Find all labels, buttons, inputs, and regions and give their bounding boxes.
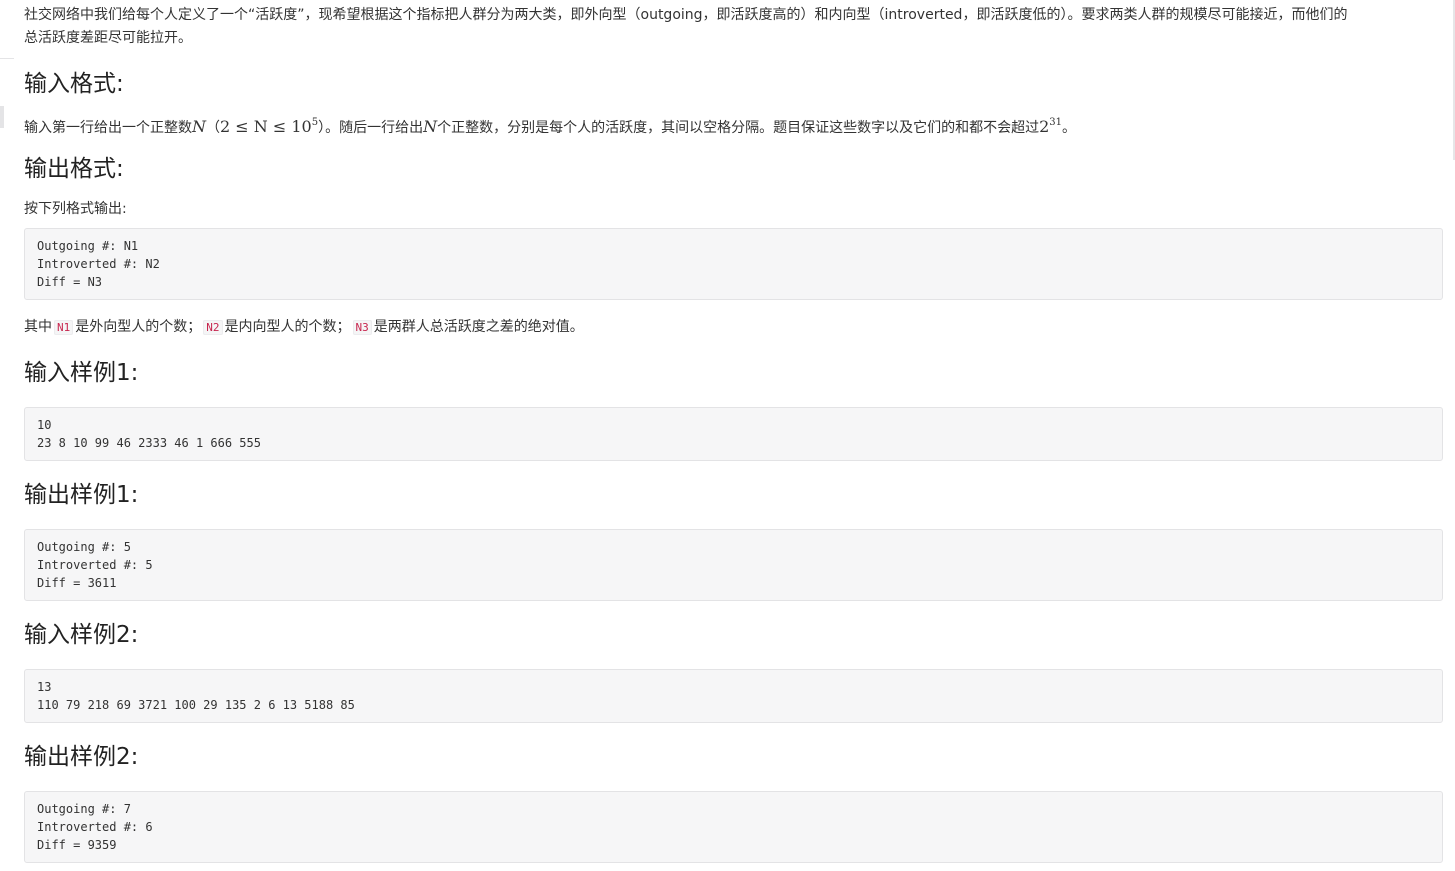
sample-input-2-code: 13 110 79 218 69 3721 100 29 135 2 6 13 … [24, 669, 1443, 723]
input-format-text-d: 个正整数，分别是每个人的活跃度，其间以空格分隔。题目保证这些数字以及它们的和都不… [437, 120, 1040, 136]
math-range: 2 ≤ N ≤ 105 [220, 117, 319, 136]
math-n: N [192, 117, 206, 136]
math-n-2: N [423, 117, 438, 136]
intro-line-1: 社交网络中我们给每个人定义了一个“活跃度”，现希望根据这个指标把人群分为两大类，… [24, 7, 1348, 23]
intro-line-2: 总活跃度差距尽可能拉开。 [24, 30, 192, 46]
output-format-text: 按下列格式输出: [24, 201, 127, 217]
output-format-heading: 输出格式: [24, 156, 124, 182]
sample-output-1-heading: 输出样例1: [24, 482, 139, 508]
sample-output-2-heading: 输出样例2: [24, 744, 139, 770]
input-format-text-c: ）。随后一行给出 [318, 120, 424, 136]
output-format-note: 其中 N1 是外向型人的个数； N2 是内向型人的个数； N3 是两群人总活跃度之差的绝对值… [24, 319, 584, 335]
output-format-code: Outgoing #: N1 Introverted #: N2 Diff = … [24, 228, 1443, 300]
input-format-text-e: 。 [1062, 120, 1076, 136]
sample-output-2-code: Outgoing #: 7 Introverted #: 6 Diff = 93… [24, 791, 1443, 863]
input-format-text-a: 输入第一行给出一个正整数 [24, 120, 192, 136]
sample-input-1-heading: 输入样例1: [24, 360, 139, 386]
math-power: 231 [1039, 117, 1062, 136]
problem-content: 社交网络中我们给每个人定义了一个“活跃度”，现希望根据这个指标把人群分为两大类，… [24, 0, 1443, 863]
sample-output-1-code: Outgoing #: 5 Introverted #: 5 Diff = 36… [24, 529, 1443, 601]
input-format-heading: 输入格式: [24, 71, 124, 97]
inline-code-n3: N3 [352, 320, 372, 335]
input-format-text: 输入第一行给出一个正整数N（2 ≤ N ≤ 105）。随后一行给出N个正整数，分… [24, 115, 1443, 140]
left-edge-divider [0, 58, 14, 59]
input-format-text-b: （ [206, 120, 220, 136]
sample-input-2-heading: 输入样例2: [24, 622, 139, 648]
inline-code-n2: N2 [203, 320, 223, 335]
left-edge-handle[interactable] [0, 106, 4, 128]
problem-description: 社交网络中我们给每个人定义了一个“活跃度”，现希望根据这个指标把人群分为两大类，… [24, 4, 1443, 50]
sample-input-1-code: 10 23 8 10 99 46 2333 46 1 666 555 [24, 407, 1443, 461]
inline-code-n1: N1 [54, 320, 74, 335]
